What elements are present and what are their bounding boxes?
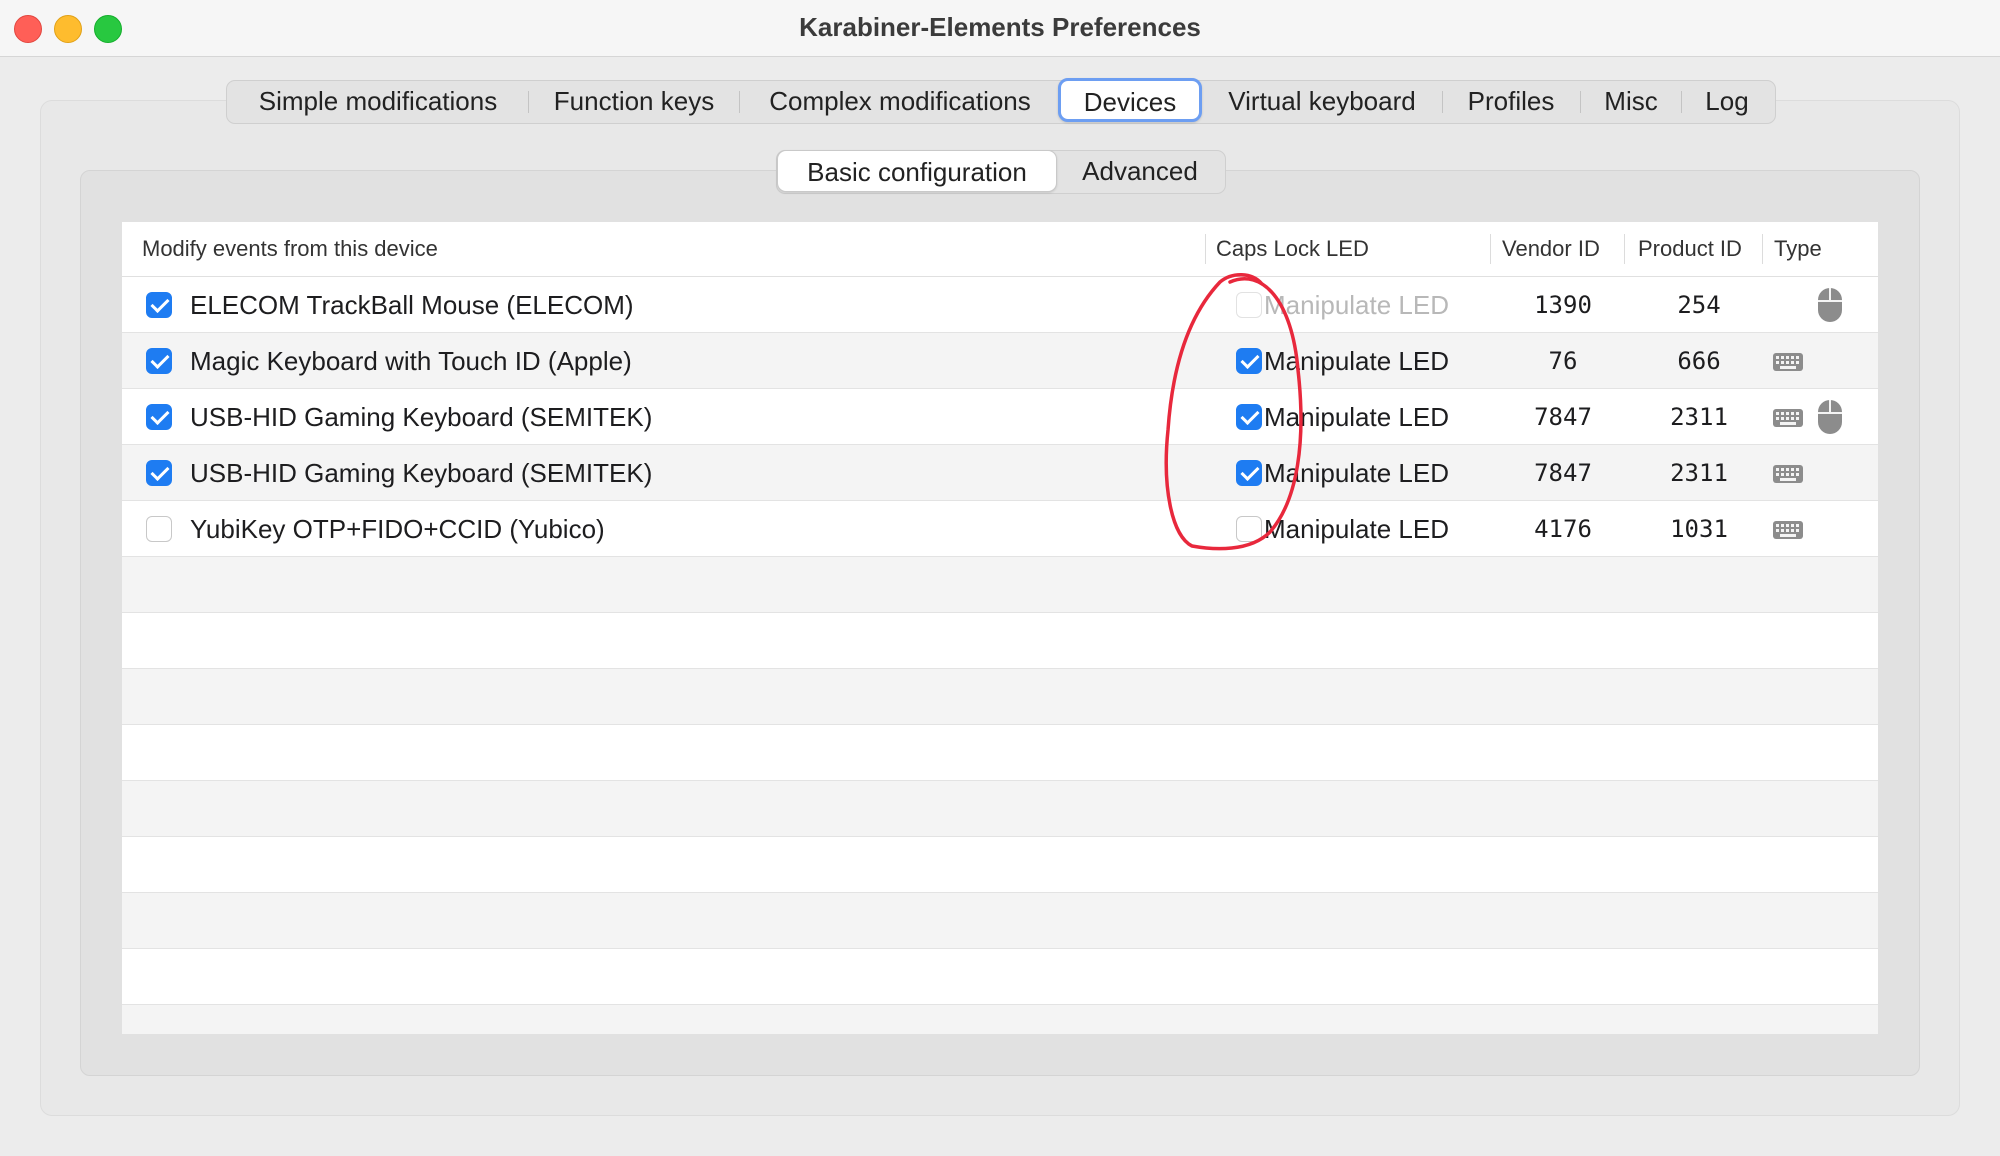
device-enable-checkbox[interactable] xyxy=(146,404,172,430)
table-row xyxy=(122,725,1878,781)
device-enable-checkbox[interactable] xyxy=(146,460,172,486)
table-row[interactable]: USB-HID Gaming Keyboard (SEMITEK) Manipul… xyxy=(122,445,1878,501)
manipulate-led-checkbox[interactable] xyxy=(1236,516,1262,542)
tab-profiles[interactable]: Profiles xyxy=(1443,80,1579,122)
tab-misc[interactable]: Misc xyxy=(1581,80,1681,122)
vendor-id: 76 xyxy=(1548,347,1578,375)
table-row xyxy=(122,557,1878,613)
column-divider xyxy=(1205,234,1206,264)
manipulate-led-checkbox[interactable] xyxy=(1236,460,1262,486)
column-divider xyxy=(1624,234,1625,264)
manipulate-led-label: Manipulate LED xyxy=(1264,290,1449,320)
preferences-window: Karabiner-Elements Preferences Simple mo… xyxy=(0,0,2000,1156)
column-header-product-id[interactable]: Product ID xyxy=(1638,222,1742,276)
tab-devices[interactable]: Devices xyxy=(1058,78,1202,122)
vendor-id: 7847 xyxy=(1534,403,1592,431)
keyboard-icon xyxy=(1772,403,1804,431)
device-name: Magic Keyboard with Touch ID (Apple) xyxy=(190,346,632,376)
table-row[interactable]: Magic Keyboard with Touch ID (Apple) Mani… xyxy=(122,333,1878,389)
device-name: YubiKey OTP+FIDO+CCID (Yubico) xyxy=(190,514,605,544)
device-name: ELECOM TrackBall Mouse (ELECOM) xyxy=(190,290,634,320)
device-enable-checkbox[interactable] xyxy=(146,292,172,318)
window-title: Karabiner-Elements Preferences xyxy=(799,12,1201,42)
table-row xyxy=(122,781,1878,837)
device-name: USB-HID Gaming Keyboard (SEMITEK) xyxy=(190,402,653,432)
device-enable-checkbox[interactable] xyxy=(146,516,172,542)
product-id: 1031 xyxy=(1670,515,1728,543)
table-row[interactable]: USB-HID Gaming Keyboard (SEMITEK) Manipul… xyxy=(122,389,1878,445)
table-row xyxy=(122,1005,1878,1034)
tab-complex-modifications[interactable]: Complex modifications xyxy=(740,80,1060,122)
column-divider xyxy=(1490,234,1491,264)
keyboard-icon xyxy=(1772,515,1804,543)
table-row xyxy=(122,837,1878,893)
table-row[interactable]: YubiKey OTP+FIDO+CCID (Yubico) Manipulate… xyxy=(122,501,1878,557)
table-row xyxy=(122,893,1878,949)
table-row xyxy=(122,613,1878,669)
manipulate-led-label: Manipulate LED xyxy=(1264,458,1449,488)
device-name: USB-HID Gaming Keyboard (SEMITEK) xyxy=(190,458,653,488)
subtab-basic-configuration[interactable]: Basic configuration xyxy=(777,150,1057,192)
devices-table: Modify events from this device Caps Lock… xyxy=(122,222,1878,1034)
tab-log[interactable]: Log xyxy=(1682,80,1772,122)
tab-function-keys[interactable]: Function keys xyxy=(529,80,739,122)
manipulate-led-label: Manipulate LED xyxy=(1264,402,1449,432)
product-id: 2311 xyxy=(1670,403,1728,431)
keyboard-icon xyxy=(1772,459,1804,487)
mouse-icon xyxy=(1816,287,1848,322)
column-header-caps-lock-led[interactable]: Caps Lock LED xyxy=(1216,222,1369,276)
manipulate-led-checkbox[interactable] xyxy=(1236,348,1262,374)
table-row[interactable]: ELECOM TrackBall Mouse (ELECOM) Manipulat… xyxy=(122,277,1878,333)
device-enable-checkbox[interactable] xyxy=(146,348,172,374)
subtab-advanced[interactable]: Advanced xyxy=(1058,150,1222,192)
tab-virtual-keyboard[interactable]: Virtual keyboard xyxy=(1204,80,1440,122)
manipulate-led-label: Manipulate LED xyxy=(1264,346,1449,376)
vendor-id: 4176 xyxy=(1534,515,1592,543)
product-id: 666 xyxy=(1677,347,1721,375)
column-header-vendor-id[interactable]: Vendor ID xyxy=(1502,222,1600,276)
column-header-type[interactable]: Type xyxy=(1774,222,1822,276)
product-id: 254 xyxy=(1677,291,1721,319)
manipulate-led-checkbox xyxy=(1236,292,1262,318)
column-divider xyxy=(1762,234,1763,264)
manipulate-led-label: Manipulate LED xyxy=(1264,514,1449,544)
column-header-device[interactable]: Modify events from this device xyxy=(142,222,438,276)
keyboard-icon xyxy=(1772,347,1804,375)
mouse-icon xyxy=(1816,399,1848,434)
table-row xyxy=(122,949,1878,1005)
title-bar: Karabiner-Elements Preferences xyxy=(0,0,2000,57)
vendor-id: 1390 xyxy=(1534,291,1592,319)
table-header: Modify events from this device Caps Lock… xyxy=(122,222,1878,277)
table-row xyxy=(122,669,1878,725)
tab-simple-modifications[interactable]: Simple modifications xyxy=(228,80,528,122)
manipulate-led-checkbox[interactable] xyxy=(1236,404,1262,430)
product-id: 2311 xyxy=(1670,459,1728,487)
vendor-id: 7847 xyxy=(1534,459,1592,487)
